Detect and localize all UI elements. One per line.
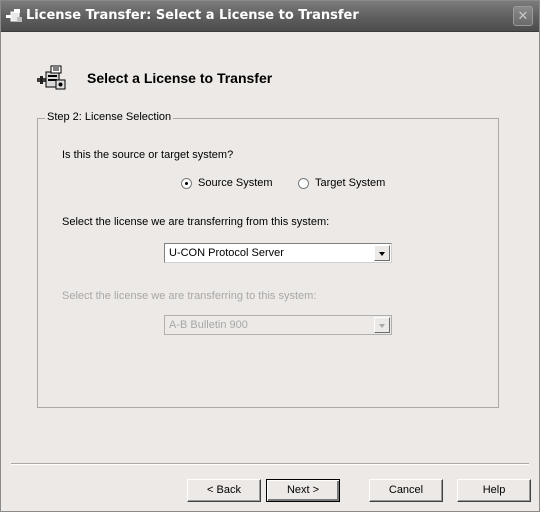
source-system-label: Source System (198, 177, 273, 189)
radio-checked-icon[interactable] (181, 177, 192, 189)
source-system-radio[interactable]: Source System (181, 177, 273, 189)
cancel-button[interactable]: Cancel (369, 479, 443, 502)
footer-separator (11, 463, 529, 465)
target-system-radio[interactable]: Target System (298, 177, 385, 189)
from-license-label: Select the license we are transferring f… (62, 216, 330, 228)
window-title: License Transfer: Select a License to Tr… (26, 8, 359, 23)
license-selection-group (37, 118, 499, 408)
license-transfer-icon-large (37, 65, 66, 90)
to-license-dropdown: A-B Bulletin 900 (164, 315, 392, 335)
close-button[interactable]: ✕ (513, 6, 533, 26)
next-button[interactable]: Next > (266, 479, 340, 502)
radio-unchecked-icon[interactable] (298, 177, 309, 189)
chevron-down-icon[interactable] (374, 245, 390, 261)
from-license-value: U-CON Protocol Server (169, 247, 284, 259)
license-transfer-dialog: License Transfer: Select a License to Tr… (0, 0, 540, 512)
to-license-label: Select the license we are transferring t… (62, 290, 317, 302)
chevron-down-icon (374, 317, 390, 333)
system-question-label: Is this the source or target system? (62, 149, 234, 161)
to-license-value: A-B Bulletin 900 (169, 319, 248, 331)
license-transfer-icon (6, 9, 22, 22)
help-button[interactable]: Help (457, 479, 531, 502)
group-legend: Step 2: License Selection (45, 111, 174, 123)
target-system-label: Target System (315, 177, 386, 189)
back-button[interactable]: < Back (187, 479, 261, 502)
title-bar[interactable]: License Transfer: Select a License to Tr… (1, 1, 539, 32)
from-license-dropdown[interactable]: U-CON Protocol Server (164, 243, 392, 263)
close-icon: ✕ (517, 8, 529, 23)
page-title: Select a License to Transfer (87, 70, 273, 86)
